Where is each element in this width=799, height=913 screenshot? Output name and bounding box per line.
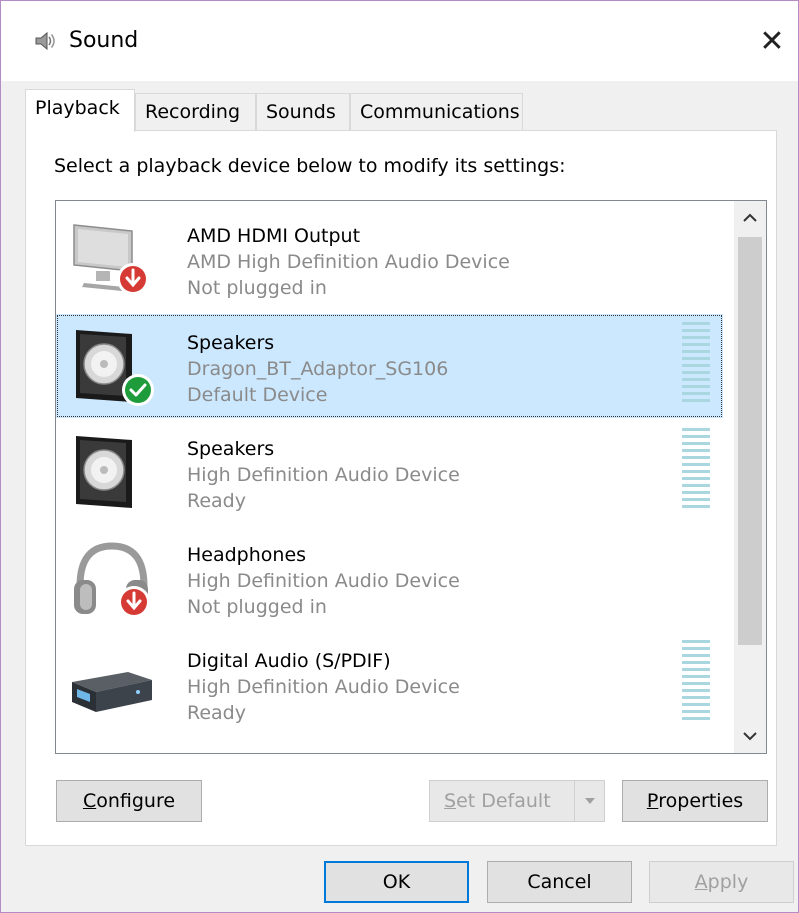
device-item-amd-hdmi-output[interactable]: AMD HDMI Output AMD High Definition Audi… xyxy=(56,207,723,311)
device-name: Digital Audio (S/PDIF) xyxy=(187,650,391,672)
device-description: Dragon_BT_Adaptor_SG106 xyxy=(187,358,449,380)
tab-recording[interactable]: Recording xyxy=(135,93,256,131)
configure-label: onfigure xyxy=(96,790,176,812)
monitor-icon xyxy=(73,224,149,295)
apply-label: pply xyxy=(707,871,749,893)
title-bar: Sound ✕ xyxy=(1,1,798,81)
configure-accelerator: C xyxy=(82,790,97,812)
set-default-accelerator: S xyxy=(444,790,457,812)
sound-app-icon xyxy=(35,31,55,51)
set-default-label: et Default xyxy=(456,790,551,812)
close-icon: ✕ xyxy=(759,23,785,59)
cancel-button[interactable]: Cancel xyxy=(487,861,632,903)
chevron-down-icon xyxy=(743,732,757,741)
volume-meter xyxy=(682,640,710,720)
device-list-scrollbar[interactable] xyxy=(734,201,766,753)
instruction-text: Select a playback device below to modify… xyxy=(54,155,566,177)
speaker-icon xyxy=(76,436,132,508)
properties-button[interactable]: Properties xyxy=(622,780,768,822)
set-default-dropdown[interactable] xyxy=(574,781,604,821)
default-check-icon xyxy=(125,377,151,403)
device-name: Headphones xyxy=(187,544,307,566)
device-list[interactable]: AMD HDMI Output AMD High Definition Audi… xyxy=(55,200,767,754)
tab-sounds[interactable]: Sounds xyxy=(256,93,350,131)
device-item-headphones[interactable]: Headphones High Definition Audio Device … xyxy=(56,526,723,630)
window-title: Sound xyxy=(69,28,139,53)
apply-accelerator: A xyxy=(694,871,708,893)
device-description: High Definition Audio Device xyxy=(187,570,460,592)
tab-communications[interactable]: Communications xyxy=(350,93,523,131)
digital-audio-icon xyxy=(72,672,152,712)
ok-button[interactable]: OK xyxy=(324,861,469,903)
dialog-footer: OK Cancel Apply xyxy=(1,846,798,912)
configure-button[interactable]: Configure xyxy=(56,780,202,822)
device-description: High Definition Audio Device xyxy=(187,676,460,698)
device-status: Ready xyxy=(187,490,246,512)
device-item-digital-audio[interactable]: Digital Audio (S/PDIF) High Definition A… xyxy=(56,632,723,736)
device-status: Default Device xyxy=(187,384,328,406)
scroll-up-button[interactable] xyxy=(734,201,766,235)
tab-playback[interactable]: Playback xyxy=(25,89,135,132)
device-item-speakers-hd[interactable]: Speakers High Definition Audio Device Re… xyxy=(56,420,723,524)
chevron-up-icon xyxy=(743,213,757,222)
sound-dialog: Sound ✕ Playback Recording Sounds Commun… xyxy=(0,0,799,913)
device-status: Ready xyxy=(187,702,246,724)
device-status: Not plugged in xyxy=(187,596,327,618)
volume-meter xyxy=(682,428,710,508)
apply-button[interactable]: Apply xyxy=(649,861,794,903)
device-name: AMD HDMI Output xyxy=(187,225,361,247)
close-button[interactable]: ✕ xyxy=(746,11,798,71)
device-status: Not plugged in xyxy=(187,277,327,299)
scroll-down-button[interactable] xyxy=(734,719,766,753)
speaker-icon xyxy=(76,330,154,406)
playback-panel: Select a playback device below to modify… xyxy=(25,130,777,846)
volume-meter xyxy=(682,322,710,402)
device-name: Speakers xyxy=(187,438,275,460)
device-description: AMD High Definition Audio Device xyxy=(187,251,510,273)
properties-label: roperties xyxy=(658,790,744,812)
set-default-button[interactable]: Set Default xyxy=(429,780,605,822)
device-item-speakers-bt[interactable]: Speakers Dragon_BT_Adaptor_SG106 Default… xyxy=(56,314,723,418)
scroll-thumb[interactable] xyxy=(738,237,762,645)
device-name: Speakers xyxy=(187,332,275,354)
properties-accelerator: P xyxy=(646,790,659,812)
device-description: High Definition Audio Device xyxy=(187,464,460,486)
chevron-down-icon xyxy=(584,798,595,804)
headphones-icon xyxy=(74,542,150,618)
